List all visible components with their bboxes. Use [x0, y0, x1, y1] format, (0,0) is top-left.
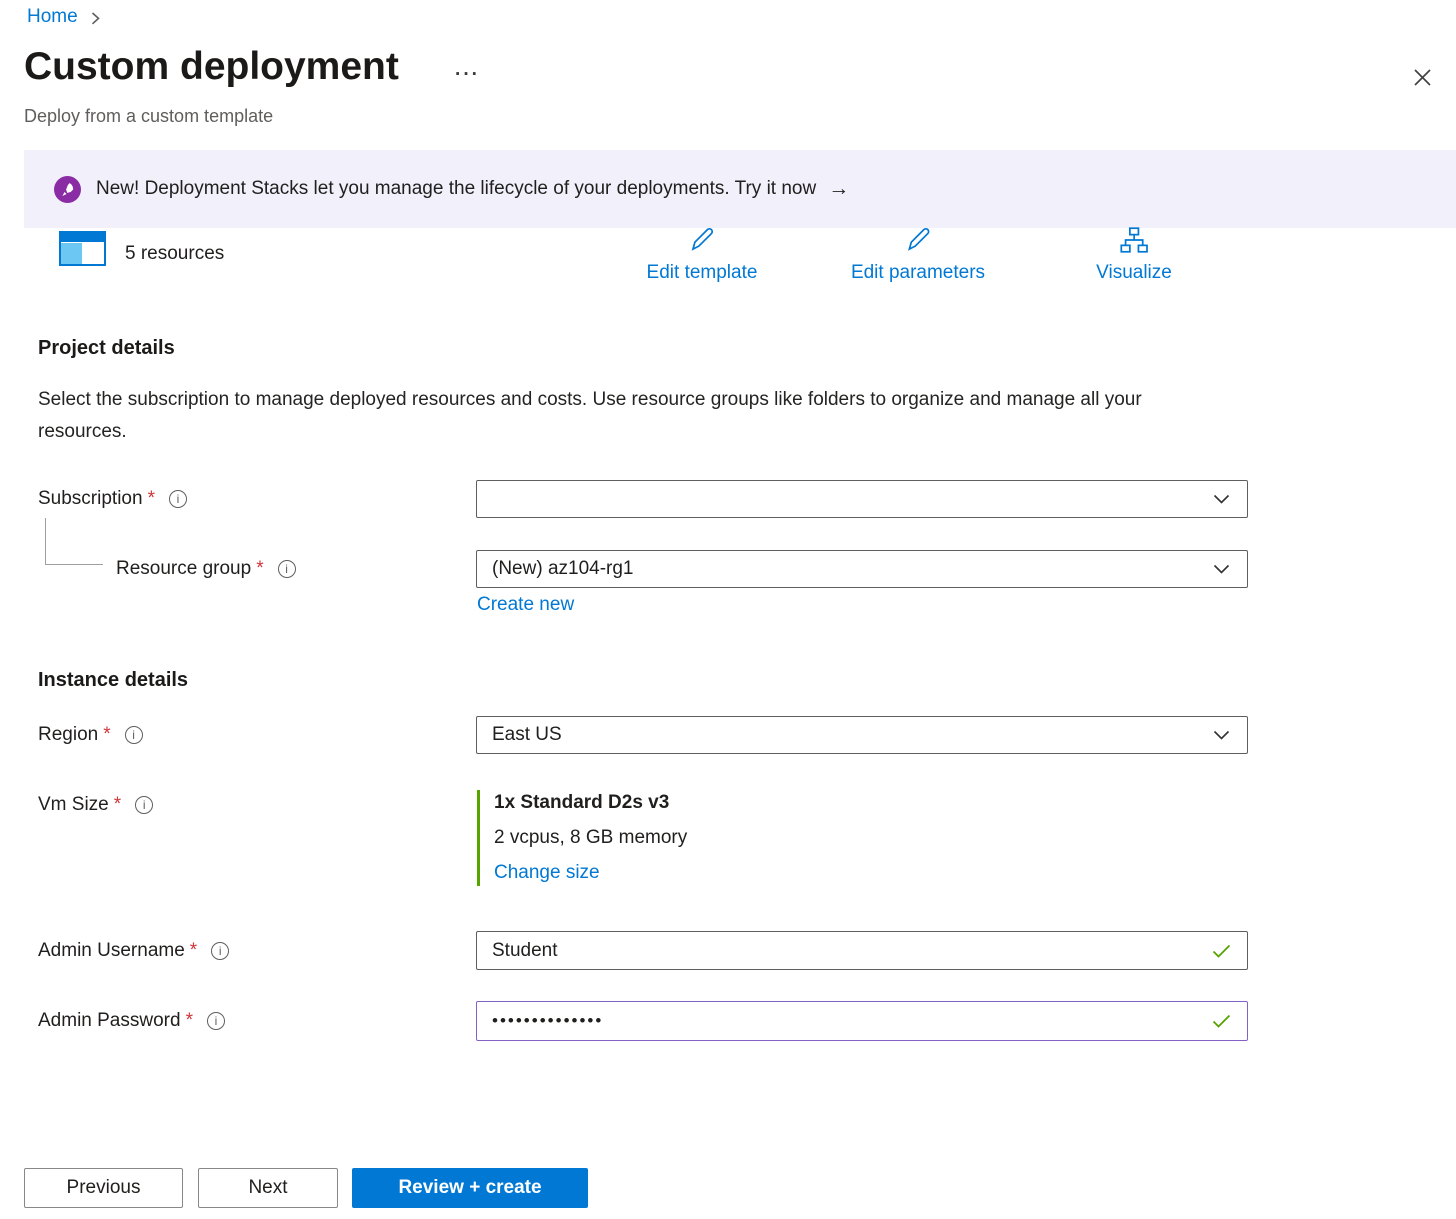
- resource-count: 5 resources: [125, 243, 224, 265]
- required-asterisk: *: [186, 1010, 193, 1032]
- org-chart-icon: [1119, 225, 1149, 260]
- admin-username-input[interactable]: [492, 940, 1203, 962]
- info-icon[interactable]: [169, 490, 187, 508]
- required-asterisk: *: [256, 558, 263, 580]
- breadcrumb-chevron-icon: [90, 9, 101, 26]
- change-size-link[interactable]: Change size: [494, 862, 600, 884]
- edit-template-label: Edit template: [647, 262, 758, 284]
- required-asterisk: *: [148, 488, 155, 510]
- title-menu-ellipsis[interactable]: ···: [455, 64, 480, 86]
- admin-password-field: [476, 1001, 1248, 1041]
- project-details-heading: Project details: [38, 337, 175, 360]
- pencil-icon: [687, 225, 717, 260]
- admin-password-label-row: Admin Password *: [38, 1010, 225, 1032]
- next-button[interactable]: Next: [198, 1168, 338, 1208]
- subscription-resource-group-connector: [45, 518, 103, 565]
- required-asterisk: *: [114, 794, 121, 816]
- page-title: Custom deployment: [24, 46, 399, 89]
- pencil-icon: [903, 225, 933, 260]
- required-asterisk: *: [190, 940, 197, 962]
- banner-message: New! Deployment Stacks let you manage th…: [96, 178, 816, 200]
- region-label-row: Region *: [38, 724, 143, 746]
- resource-group-label-row: Resource group *: [116, 558, 296, 580]
- previous-button[interactable]: Previous: [24, 1168, 183, 1208]
- create-new-link[interactable]: Create new: [477, 594, 574, 616]
- info-icon[interactable]: [207, 1012, 225, 1030]
- chevron-down-icon: [1213, 730, 1230, 740]
- info-icon[interactable]: [211, 942, 229, 960]
- admin-password-label: Admin Password: [38, 1010, 181, 1032]
- instance-details-heading: Instance details: [38, 669, 188, 692]
- vm-size-selection: 1x Standard D2s v3 2 vcpus, 8 GB memory …: [477, 790, 687, 886]
- region-label: Region: [38, 724, 98, 746]
- checkmark-icon: [1212, 944, 1231, 958]
- arrow-right-icon: →: [828, 177, 849, 201]
- admin-password-input[interactable]: [492, 1011, 1203, 1031]
- resource-group-dropdown[interactable]: (New) az104-rg1: [476, 550, 1248, 588]
- vm-size-label: Vm Size: [38, 794, 109, 816]
- region-dropdown[interactable]: East US: [476, 716, 1248, 754]
- visualize-label: Visualize: [1096, 262, 1172, 284]
- info-icon[interactable]: [125, 726, 143, 744]
- info-icon[interactable]: [135, 796, 153, 814]
- template-resources-icon: [59, 231, 106, 271]
- vm-size-title: 1x Standard D2s v3: [494, 792, 687, 814]
- close-icon: [1413, 75, 1432, 90]
- admin-username-field: [476, 931, 1248, 970]
- breadcrumb-home-link[interactable]: Home: [27, 6, 78, 28]
- admin-username-label: Admin Username: [38, 940, 185, 962]
- chevron-down-icon: [1213, 494, 1230, 504]
- resource-group-label: Resource group: [116, 558, 251, 580]
- subscription-label: Subscription: [38, 488, 143, 510]
- rocket-icon: [54, 176, 81, 203]
- edit-template-button[interactable]: Edit template: [647, 225, 758, 284]
- page-subtitle: Deploy from a custom template: [24, 106, 273, 127]
- breadcrumb: Home: [27, 6, 101, 28]
- chevron-down-icon: [1213, 564, 1230, 574]
- admin-username-label-row: Admin Username *: [38, 940, 229, 962]
- resource-group-value: (New) az104-rg1: [492, 558, 634, 580]
- announcement-banner[interactable]: New! Deployment Stacks let you manage th…: [24, 150, 1456, 228]
- subscription-dropdown[interactable]: [476, 480, 1248, 518]
- project-details-description: Select the subscription to manage deploy…: [38, 384, 1188, 448]
- checkmark-icon: [1212, 1014, 1231, 1028]
- subscription-label-row: Subscription *: [38, 488, 187, 510]
- close-button[interactable]: [1407, 62, 1438, 96]
- visualize-button[interactable]: Visualize: [1096, 225, 1172, 284]
- vm-size-detail: 2 vcpus, 8 GB memory: [494, 827, 687, 849]
- required-asterisk: *: [103, 724, 110, 746]
- info-icon[interactable]: [278, 560, 296, 578]
- vm-size-label-row: Vm Size *: [38, 794, 153, 816]
- review-create-button[interactable]: Review + create: [352, 1168, 588, 1208]
- edit-parameters-label: Edit parameters: [851, 262, 985, 284]
- region-value: East US: [492, 724, 562, 746]
- edit-parameters-button[interactable]: Edit parameters: [851, 225, 985, 284]
